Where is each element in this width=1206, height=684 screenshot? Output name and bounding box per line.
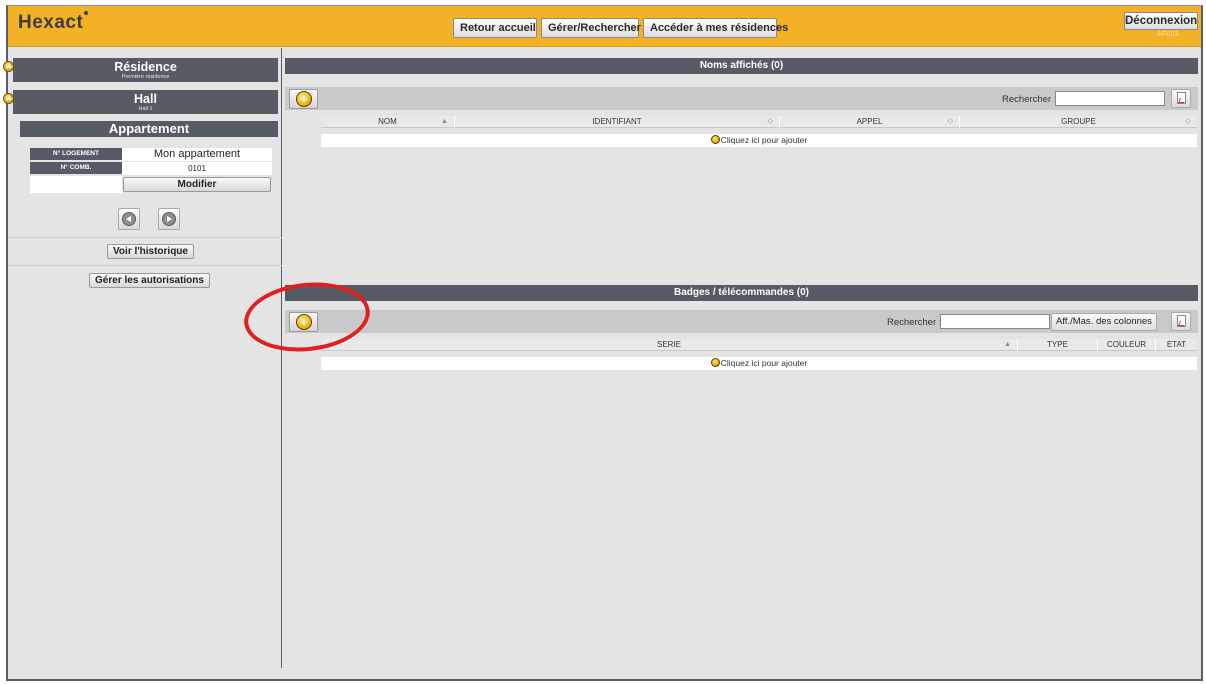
sort-icon: ◇ [767,118,773,125]
badges-search-label: Rechercher : [887,317,942,328]
col-identifiant[interactable]: IDENTIFIANT ◇ [455,116,780,128]
manage-authorizations-button[interactable]: Gérer les autorisations [89,273,210,288]
account-code: AF003 [1156,31,1179,38]
divider [8,265,282,266]
col-groupe-label: GROUPE [1061,117,1096,126]
housing-number-label: N° LOGEMENT [30,148,122,160]
hall-title: Hall [134,92,157,106]
names-toolbar: Rechercher : [285,87,1198,110]
toggle-columns-button[interactable]: Aff./Mas. des colonnes [1051,313,1157,331]
badges-add-row[interactable]: Cliquez ici pour ajouter [321,357,1197,370]
col-etat-label: ETAT [1166,340,1187,349]
manage-search-button[interactable]: Gérer/Rechercher [541,18,641,38]
view-history-button[interactable]: Voir l'historique [107,244,194,259]
col-nom[interactable]: NOM ▲ [321,116,455,128]
up-arrow-icon[interactable] [3,61,14,72]
badges-pdf-export-button[interactable] [1171,312,1191,331]
col-identifiant-label: IDENTIFIANT [592,117,642,126]
comb-number-value: 0101 [122,162,272,175]
col-groupe[interactable]: GROUPE ◇ [960,116,1197,128]
housing-number-value: Mon appartement [122,148,272,161]
blank-cell [30,176,122,193]
apartment-title: Appartement [20,121,278,137]
col-appel-label: APPEL [856,117,883,126]
col-etat[interactable]: ETAT [1156,339,1197,351]
top-header: Hexact Retour accueil Gérer/Rechercher A… [8,6,1201,47]
up-arrow-icon[interactable] [3,93,14,104]
divider [8,237,282,238]
logo-dot [84,11,89,15]
col-nom-label: NOM [378,117,397,126]
pdf-icon [1177,315,1186,327]
names-pdf-export-button[interactable] [1171,89,1191,108]
arrow-left-icon [122,212,136,226]
add-icon [710,135,720,144]
hexact-logo[interactable]: Hexact [18,11,89,34]
col-couleur-label: COULEUR [1106,340,1147,349]
modify-button[interactable]: Modifier [123,177,271,192]
add-name-button[interactable] [289,89,318,109]
sort-asc-icon: ▲ [1004,341,1011,348]
sort-icon: ◇ [947,118,953,125]
add-icon [710,358,720,367]
plus-icon [296,91,312,107]
badges-toolbar: Rechercher : Aff./Mas. des colonnes [285,310,1198,333]
residence-title: Résidence [114,60,177,74]
col-couleur[interactable]: COULEUR [1098,339,1156,351]
hall-bar[interactable]: Hall Hall 1 [3,90,278,114]
col-serie[interactable]: SERIE ▲ [321,339,1018,351]
col-serie-label: SERIE [656,340,681,349]
hall-subtitle: Hall 1 [138,106,153,112]
residence-bar[interactable]: Résidence Première résidence [3,58,278,82]
arrow-right-icon [162,212,176,226]
badges-section-title: Badges / télécommandes (0) [285,285,1198,301]
names-search-input[interactable] [1055,91,1165,106]
logo-text: Hexact [18,12,84,33]
names-add-row[interactable]: Cliquez ici pour ajouter [321,134,1197,147]
badges-table-header: SERIE ▲ TYPE COULEUR ETAT [321,339,1197,351]
badges-search-input[interactable] [940,314,1050,329]
comb-number-label: N° COMB. [30,162,122,174]
home-button[interactable]: Retour accueil [453,18,537,38]
left-panel [8,48,282,668]
previous-button[interactable] [118,208,140,230]
residence-subtitle: Première résidence [121,74,170,80]
pdf-icon [1177,92,1186,104]
names-section-title: Noms affichés (0) [285,58,1198,74]
names-add-text: Cliquez ici pour ajouter [720,135,808,145]
badges-add-text: Cliquez ici pour ajouter [720,358,808,368]
col-type[interactable]: TYPE [1018,339,1098,351]
names-search-label: Rechercher : [1002,94,1057,105]
sort-asc-icon: ▲ [441,118,448,125]
my-residences-button[interactable]: Accéder à mes résidences [643,18,788,38]
next-button[interactable] [158,208,180,230]
col-appel[interactable]: APPEL ◇ [780,116,960,128]
names-table-header: NOM ▲ IDENTIFIANT ◇ APPEL ◇ GROUPE ◇ [321,116,1197,128]
sort-icon: ◇ [1185,118,1191,125]
col-type-label: TYPE [1047,340,1068,349]
logout-button[interactable]: Déconnexion [1124,12,1198,30]
